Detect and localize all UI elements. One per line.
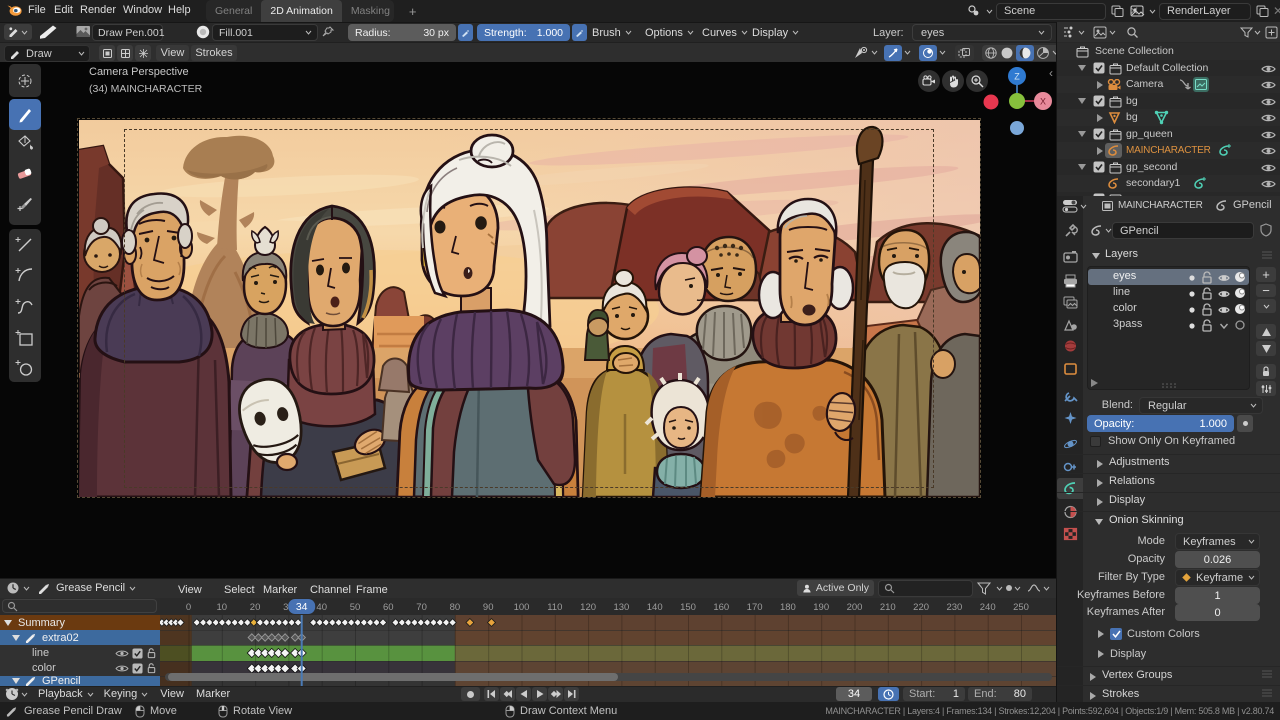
svg-text:190: 190 (813, 602, 829, 613)
svg-text:90: 90 (483, 602, 494, 613)
svg-text:110: 110 (547, 602, 562, 613)
svg-text:20: 20 (250, 602, 261, 613)
svg-text:10: 10 (217, 602, 228, 613)
svg-text:250: 250 (1013, 602, 1029, 613)
svg-text:150: 150 (680, 602, 696, 613)
svg-text:180: 180 (780, 602, 796, 613)
svg-text:230: 230 (946, 602, 962, 613)
svg-text:0: 0 (186, 602, 191, 613)
svg-text:170: 170 (747, 602, 763, 613)
svg-text:210: 210 (880, 602, 896, 613)
svg-text:60: 60 (383, 602, 394, 613)
svg-text:34: 34 (296, 601, 308, 613)
svg-text:220: 220 (913, 602, 929, 613)
svg-text:200: 200 (847, 602, 863, 613)
svg-text:50: 50 (350, 602, 361, 613)
svg-text:120: 120 (580, 602, 596, 613)
svg-text:140: 140 (647, 602, 663, 613)
svg-text:Z: Z (1014, 72, 1020, 82)
svg-text:40: 40 (316, 602, 327, 613)
svg-text:240: 240 (980, 602, 996, 613)
svg-text:100: 100 (514, 602, 530, 613)
svg-text:70: 70 (416, 602, 427, 613)
svg-text:130: 130 (613, 602, 629, 613)
svg-text:X: X (1040, 97, 1046, 107)
svg-text:160: 160 (713, 602, 729, 613)
svg-text:80: 80 (450, 602, 461, 613)
